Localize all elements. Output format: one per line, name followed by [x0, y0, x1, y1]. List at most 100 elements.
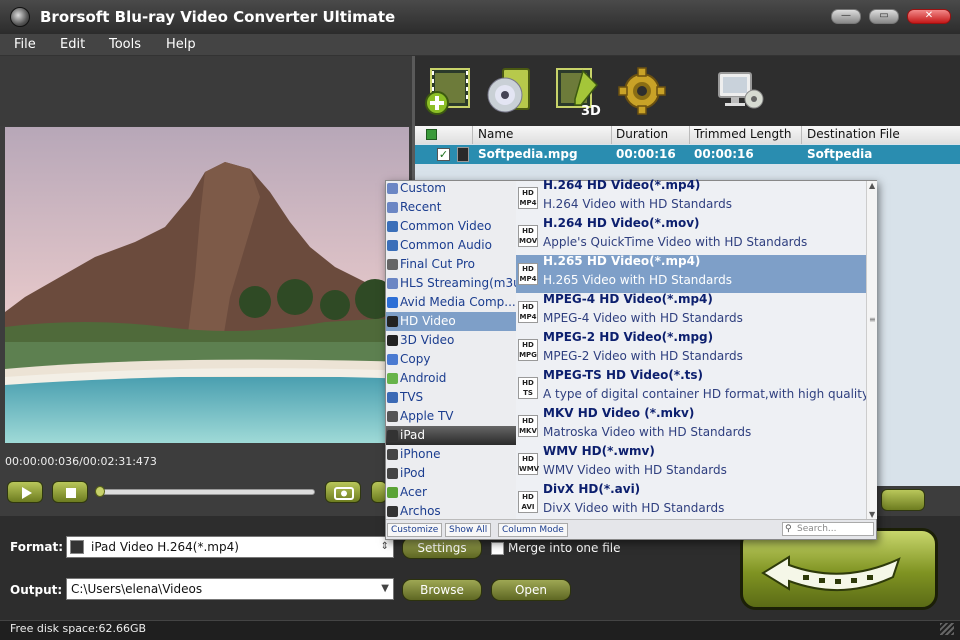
menu-file[interactable]: File	[14, 37, 36, 52]
close-button[interactable]: ✕	[907, 9, 951, 24]
seek-handle[interactable]	[95, 486, 105, 497]
column-trimmed-length[interactable]: Trimmed Length	[694, 127, 791, 141]
browse-button[interactable]: Browse	[402, 579, 482, 601]
category-label: HLS Streaming(m3u...	[400, 276, 516, 290]
format-item[interactable]: HD WMV WMV HD(*.wmv) WMV Video with HD Sta…	[516, 444, 866, 483]
format-name: H.264 HD Video(*.mp4)	[543, 178, 701, 192]
maximize-button[interactable]: ▭	[869, 9, 899, 24]
seek-bar[interactable]	[97, 489, 315, 495]
format-name: H.264 HD Video(*.mov)	[543, 216, 700, 230]
format-description: DivX Video with HD Standards	[543, 501, 725, 515]
format-item[interactable]: HD MOV H.264 HD Video(*.mov) Apple's Quick…	[516, 216, 866, 255]
format-select[interactable]: iPad Video H.264(*.mp4) ⇕	[66, 536, 394, 558]
scroll-down-icon[interactable]: ▼	[869, 510, 875, 519]
camera-icon	[334, 487, 354, 500]
film-strip-icon[interactable]	[881, 489, 925, 511]
category-item[interactable]: TVS	[386, 388, 516, 407]
convert-button[interactable]	[740, 528, 938, 610]
monitor-disc-icon[interactable]	[715, 65, 765, 117]
settings-button[interactable]: Settings	[402, 537, 482, 559]
snapshot-button[interactable]	[325, 481, 361, 503]
column-duration[interactable]: Duration	[616, 127, 668, 141]
load-disc-icon[interactable]	[485, 65, 535, 117]
play-button[interactable]	[7, 481, 43, 503]
category-item[interactable]: Recent	[386, 198, 516, 217]
format-item[interactable]: HD MP4 MPEG-4 HD Video(*.mp4) MPEG-4 Video…	[516, 292, 866, 331]
category-item[interactable]: Common Audio	[386, 236, 516, 255]
category-item[interactable]: Custom	[386, 179, 516, 198]
format-item[interactable]: HD MP4 H.265 HD Video(*.mp4) H.265 Video w…	[516, 254, 866, 293]
format-description: MPEG-2 Video with HD Standards	[543, 349, 743, 363]
file-trimmed-length: 00:00:16	[694, 147, 754, 161]
category-label: Recent	[400, 200, 442, 214]
category-icon	[387, 278, 398, 289]
search-placeholder: Search...	[797, 524, 837, 534]
merge-label: Merge into one file	[508, 541, 621, 555]
category-item[interactable]: Acer	[386, 483, 516, 502]
stop-button[interactable]	[52, 481, 88, 503]
category-item[interactable]: iPad	[386, 426, 516, 445]
format-name: MPEG-TS HD Video(*.ts)	[543, 368, 704, 382]
menu-help[interactable]: Help	[166, 37, 196, 52]
column-destination-file[interactable]: Destination File	[807, 127, 900, 141]
output-path-field[interactable]: C:\Users\elena\Videos ▼	[66, 578, 394, 600]
customize-button[interactable]: Customize	[387, 523, 443, 537]
scroll-up-icon[interactable]: ▲	[869, 181, 875, 190]
category-label: Archos	[400, 504, 441, 518]
column-name[interactable]: Name	[478, 127, 513, 141]
resize-grip[interactable]	[940, 623, 954, 635]
menu-edit[interactable]: Edit	[60, 37, 85, 52]
category-item[interactable]: Android	[386, 369, 516, 388]
spinner-arrows-icon: ⇕	[380, 541, 389, 552]
convert-arrow-icon	[761, 555, 901, 592]
file-destination: Softpedia	[807, 147, 873, 161]
scroll-thumb[interactable]: ≡	[869, 315, 876, 324]
category-label: Android	[400, 371, 447, 385]
merge-checkbox[interactable]	[491, 542, 504, 555]
category-item[interactable]: 3D Video	[386, 331, 516, 350]
file-row-checkbox[interactable]: ✓	[437, 148, 450, 161]
category-item[interactable]: HD Video	[386, 312, 516, 331]
format-list-scrollbar[interactable]: ▲ ≡ ▼	[866, 181, 877, 519]
add-video-icon[interactable]	[423, 65, 473, 117]
open-button[interactable]: Open	[491, 579, 571, 601]
file-row[interactable]: ✓ Softpedia.mpg 00:00:16 00:00:16 Softpe…	[415, 145, 960, 164]
category-label: Common Audio	[400, 238, 492, 252]
category-item[interactable]: iPhone	[386, 445, 516, 464]
format-description: MPEG-4 Video with HD Standards	[543, 311, 743, 325]
format-item[interactable]: HD TS MPEG-TS HD Video(*.ts) A type of dig…	[516, 368, 869, 407]
minimize-button[interactable]: —	[831, 9, 861, 24]
category-item[interactable]: Final Cut Pro	[386, 255, 516, 274]
category-list: Custom Recent Common Video Common Audio Fina…	[386, 181, 516, 519]
category-item[interactable]: Apple TV	[386, 407, 516, 426]
menu-tools[interactable]: Tools	[109, 37, 141, 52]
format-search-input[interactable]: ⚲ Search...	[782, 522, 874, 536]
category-icon	[387, 316, 398, 327]
category-item[interactable]: iPod	[386, 464, 516, 483]
format-value: iPad Video H.264(*.mp4)	[91, 540, 239, 554]
ipad-icon	[70, 540, 84, 554]
format-item[interactable]: HD MP4 H.264 HD Video(*.mp4) H.264 Video w…	[516, 178, 866, 217]
select-all-checkbox[interactable]	[426, 129, 437, 140]
format-item[interactable]: HD MKV MKV HD Video (*.mkv) Matroska Video…	[516, 406, 866, 445]
format-item[interactable]: HD MPG MPEG-2 HD Video(*.mpg) MPEG-2 Video…	[516, 330, 866, 369]
chevron-down-icon[interactable]: ▼	[381, 579, 389, 599]
column-mode-button[interactable]: Column Mode	[498, 523, 568, 537]
edit-3d-icon[interactable]: 3D	[553, 65, 603, 119]
category-icon	[387, 240, 398, 251]
format-icon: HD MOV	[518, 225, 538, 247]
format-item[interactable]: HD AVI DivX HD(*.avi) DivX Video with HD S…	[516, 482, 866, 521]
format-icon: HD MPG	[518, 339, 538, 361]
file-duration: 00:00:16	[616, 147, 676, 161]
show-all-button[interactable]: Show All	[445, 523, 492, 537]
category-item[interactable]: Copy	[386, 350, 516, 369]
play-icon	[22, 487, 32, 499]
category-icon	[387, 335, 398, 346]
app-logo-icon	[10, 7, 30, 27]
format-description: Apple's QuickTime Video with HD Standard…	[543, 235, 808, 249]
category-item[interactable]: Common Video	[386, 217, 516, 236]
settings-gear-icon[interactable]	[617, 65, 667, 117]
category-item[interactable]: Avid Media Comp...	[386, 293, 516, 312]
category-icon	[387, 221, 398, 232]
category-item[interactable]: HLS Streaming(m3u...	[386, 274, 516, 293]
